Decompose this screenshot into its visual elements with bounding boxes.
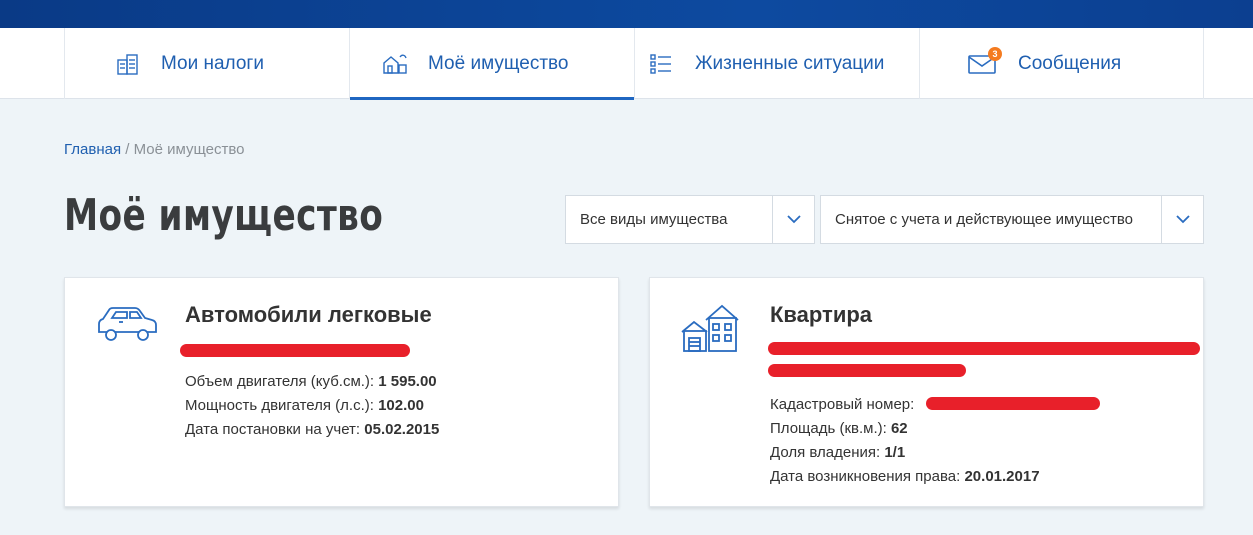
field-label: Дата постановки на учет: xyxy=(185,421,365,438)
main-nav: Мои налоги Моё имущество Жизненные ситуа… xyxy=(0,28,1253,100)
select-value: Снятое с учета и действующее имущество xyxy=(835,211,1134,228)
property-card-car[interactable]: Автомобили легковые Объем двигателя (куб… xyxy=(64,277,619,507)
property-type-select[interactable]: Все виды имущества xyxy=(565,195,815,244)
field-label: Дата возникновения права: xyxy=(770,468,965,485)
registration-date-field: Дата постановки на учет: 05.02.2015 xyxy=(185,421,439,438)
field-label: Доля владения: xyxy=(770,444,885,461)
envelope-icon: 3 xyxy=(968,46,1002,75)
cadastral-number-field: Кадастровый номер: xyxy=(770,396,914,413)
list-icon xyxy=(649,52,673,76)
tab-life-situations[interactable]: Жизненные ситуации xyxy=(634,28,919,99)
property-status-select[interactable]: Снятое с учета и действующее имущество xyxy=(820,195,1204,244)
select-value: Все виды имущества xyxy=(580,211,728,228)
field-value: 20.01.2017 xyxy=(964,468,1040,485)
tab-label: Сообщения xyxy=(1018,52,1122,74)
engine-volume-field: Объем двигателя (куб.см.): 1 595.00 xyxy=(185,373,437,390)
chevron-down-icon[interactable] xyxy=(1161,196,1203,243)
card-title: Автомобили легковые xyxy=(185,302,432,327)
house-icon xyxy=(680,300,742,359)
tab-label: Мои налоги xyxy=(161,52,264,74)
tab-my-taxes[interactable]: Мои налоги xyxy=(64,28,349,99)
field-value: 1 595.00 xyxy=(378,373,437,390)
car-icon xyxy=(95,304,159,351)
redacted-text xyxy=(180,344,410,357)
breadcrumb-home-link[interactable]: Главная xyxy=(64,141,121,158)
breadcrumb-current: Моё имущество xyxy=(133,141,245,158)
property-icon xyxy=(382,51,408,77)
field-value: 62 xyxy=(890,420,908,437)
redacted-text xyxy=(768,364,966,377)
tab-messages[interactable]: 3 Сообщения xyxy=(919,28,1204,99)
redacted-text xyxy=(768,342,1200,355)
tab-label: Жизненные ситуации xyxy=(695,52,885,74)
chevron-down-icon[interactable] xyxy=(772,196,814,243)
tax-documents-icon xyxy=(115,51,141,77)
area-field: Площадь (кв.м.): 62 xyxy=(770,420,908,437)
top-banner xyxy=(0,0,1253,28)
redacted-text xyxy=(926,397,1100,410)
tab-label: Моё имущество xyxy=(428,52,569,74)
field-value: 1/1 xyxy=(884,444,906,461)
ownership-share-field: Доля владения: 1/1 xyxy=(770,444,905,461)
page-title: Моё имущество xyxy=(64,190,384,241)
breadcrumb-separator: / xyxy=(121,141,134,158)
tab-my-property[interactable]: Моё имущество xyxy=(349,28,634,100)
unread-badge: 3 xyxy=(988,46,1002,61)
field-label: Объем двигателя (куб.см.): xyxy=(185,373,379,390)
engine-power-field: Мощность двигателя (л.с.): 102.00 xyxy=(185,397,424,414)
field-label: Мощность двигателя (л.с.): xyxy=(185,397,379,414)
property-card-apartment[interactable]: Квартира Кадастровый номер: Площадь (кв.… xyxy=(649,277,1204,507)
card-title: Квартира xyxy=(770,302,873,327)
field-value: 05.02.2015 xyxy=(364,421,440,438)
field-label: Кадастровый номер: xyxy=(770,396,915,413)
field-label: Площадь (кв.м.): xyxy=(770,420,891,437)
field-value: 102.00 xyxy=(378,397,424,414)
breadcrumb: Главная / Моё имущество xyxy=(64,141,245,158)
ownership-date-field: Дата возникновения права: 20.01.2017 xyxy=(770,468,1040,485)
